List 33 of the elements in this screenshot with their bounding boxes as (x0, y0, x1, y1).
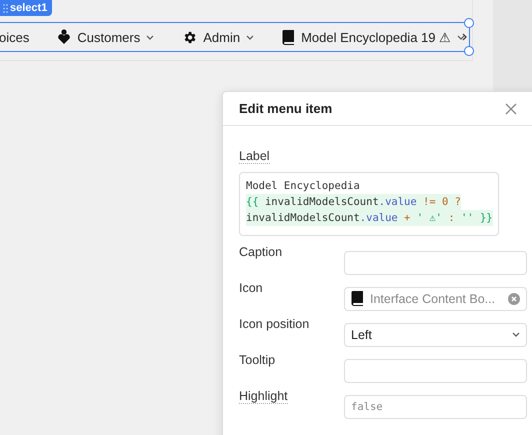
field-label: Highlight (239, 389, 288, 404)
field-label: Icon position (239, 317, 310, 331)
resize-handle[interactable] (464, 46, 474, 56)
code-editor[interactable]: Model Encyclopedia {{ invalidModelsCount.value != 0 ? invalidModelsCount.value + ' ⚠' : '' }} (239, 172, 499, 236)
menu-item[interactable]: Customers (39, 23, 164, 51)
caret-icon (146, 34, 154, 40)
caret-icon (457, 34, 466, 40)
field-label: Label (239, 149, 270, 164)
chevron-down-icon (512, 332, 520, 337)
gear-icon (182, 30, 198, 44)
person-heart-icon (57, 29, 72, 45)
badge-label: select1 (10, 2, 48, 14)
icon-select[interactable]: Interface Content Bo... (344, 286, 527, 310)
book-icon (351, 291, 364, 306)
chevron-right-icon (462, 33, 466, 41)
field-label: Caption (239, 245, 282, 259)
panel-title: Edit menu item (239, 101, 332, 116)
clear-icon[interactable] (508, 292, 520, 304)
input-field[interactable] (344, 358, 527, 382)
field-label: Icon (239, 281, 263, 295)
field-label: Tooltip (239, 353, 276, 367)
menu-item[interactable]: Model Encyclopedia 19 ⚠ (264, 23, 476, 51)
caret-icon (246, 34, 254, 40)
close-icon[interactable] (505, 102, 517, 114)
code-line: Model Encyclopedia (246, 179, 360, 194)
input-field[interactable] (344, 250, 527, 274)
code-field[interactable]: false (344, 394, 527, 418)
select-field[interactable]: Left (344, 322, 527, 346)
component-badge[interactable]: select1 (0, 0, 52, 16)
drag-handle-icon (3, 4, 8, 12)
resize-handle[interactable] (464, 18, 474, 28)
menu-item[interactable]: Admin (164, 23, 264, 51)
book-icon (282, 30, 296, 44)
